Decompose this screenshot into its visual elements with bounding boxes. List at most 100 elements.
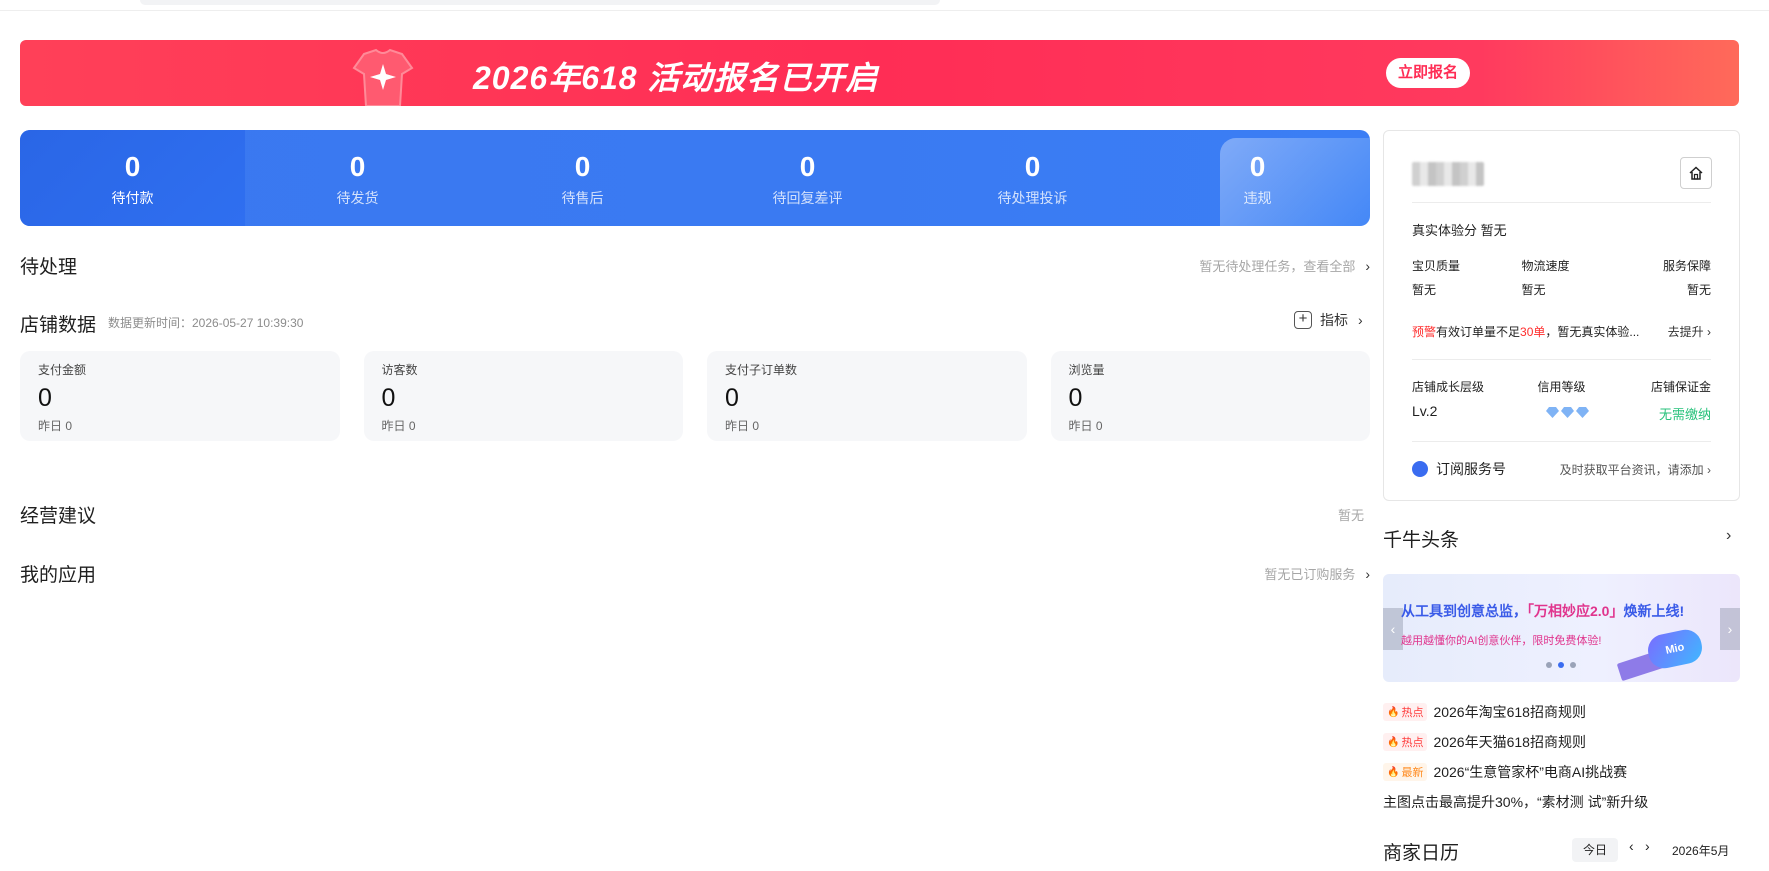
carousel-headline-part3: 焕新上线! [1623, 603, 1685, 619]
mio-mascot-logo: Mio [1645, 626, 1705, 672]
order-after-sales[interactable]: 0 待售后 [470, 130, 695, 226]
news-title: 2026年天猫618招商规则 [1433, 734, 1586, 750]
order-complaints[interactable]: 0 待处理投诉 [920, 130, 1145, 226]
subscribe-service-row[interactable]: 订阅服务号 及时获取平台资讯，请添加 › [1412, 459, 1711, 479]
warning-text-2: ，暂无真实体验... [1545, 325, 1640, 339]
home-icon [1689, 166, 1703, 180]
pending-view-all-link[interactable]: 暂无待处理任务，查看全部 › [1199, 256, 1370, 275]
logistics-label: 物流速度 [1521, 259, 1570, 273]
plus-square-icon: + [1294, 311, 1312, 329]
signup-button[interactable]: 立即报名 [1386, 58, 1470, 88]
carousel-dot[interactable] [1546, 662, 1552, 668]
order-label: 待处理投诉 [997, 190, 1068, 206]
metric-yesterday: 昨日 0 [1068, 419, 1103, 433]
news-item[interactable]: 🔥 最新 2026“生意管家杯”电商AI挑战赛 [1383, 762, 1763, 782]
deposit-value: 无需缴纳 [1658, 407, 1711, 422]
order-count: 0 [574, 151, 591, 182]
order-count: 0 [124, 151, 141, 182]
calendar-today-button[interactable]: 今日 [1572, 838, 1618, 862]
order-negative-review[interactable]: 0 待回复差评 [695, 130, 920, 226]
improve-link-label: 去提升 [1667, 325, 1704, 339]
new-tag: 🔥 最新 [1383, 763, 1428, 781]
apps-link[interactable]: 暂无已订购服务 › [1264, 564, 1370, 583]
divider [1412, 359, 1711, 360]
quality-value: 暂无 [1412, 283, 1437, 297]
carousel-headline-part2: 「万相妙应2.0」 [1527, 603, 1624, 619]
order-pending-payment[interactable]: 0 待付款 [20, 130, 245, 226]
promo-banner[interactable]: 2026年618 活动报名已开启 立即报名 [20, 40, 1739, 106]
home-button[interactable] [1680, 157, 1712, 189]
order-status-bar: 0 待付款 0 待发货 0 待售后 0 待回复差评 0 待处理投诉 0 违规 [20, 130, 1370, 226]
carousel-subtitle: 越用越懂你的AI创意伙伴，限时免费体验! [1401, 635, 1602, 647]
growth-level-value: Lv.2 [1412, 403, 1438, 419]
warning-count: 30单 [1520, 325, 1546, 339]
metric-yesterday: 昨日 0 [381, 419, 416, 433]
advice-status: 暂无 [1337, 508, 1364, 523]
carousel-next-button[interactable]: › [1720, 608, 1740, 650]
order-label: 违规 [1243, 190, 1272, 206]
warning-line: 预警有效订单量不足30单，暂无真实体验... 去提升 › [1412, 323, 1711, 340]
metric-value: 0 [38, 384, 52, 412]
metric-card-sub-orders[interactable]: 支付子订单数 0 昨日 0 [707, 351, 1027, 441]
tshirt-star-icon [352, 48, 414, 106]
order-violations[interactable]: 0 违规 [1145, 130, 1370, 226]
warning-text-1: 有效订单量不足 [1436, 325, 1521, 339]
flame-icon: 🔥 [1387, 766, 1400, 778]
metric-label: 浏览量 [1068, 363, 1105, 377]
hot-tag-label: 热点 [1401, 707, 1424, 719]
metric-label: 访客数 [381, 363, 418, 377]
experience-score: 真实体验分 暂无 [1412, 223, 1507, 238]
order-count: 0 [1024, 151, 1041, 182]
warning-message: 预警有效订单量不足30单，暂无真实体验... [1412, 323, 1639, 340]
carousel-dot-active[interactable] [1558, 662, 1564, 668]
metric-label: 支付金额 [38, 363, 87, 377]
metric-yesterday: 昨日 0 [38, 419, 73, 433]
pending-title: 待处理 [20, 257, 78, 278]
service-label: 服务保障 [1662, 259, 1711, 273]
subscribe-label: 订阅服务号 [1436, 461, 1506, 477]
metric-value: 0 [381, 384, 396, 412]
quality-label: 宝贝质量 [1412, 259, 1461, 273]
order-pending-shipment[interactable]: 0 待发货 [245, 130, 470, 226]
chevron-right-icon: › [1365, 258, 1370, 274]
apps-link-text: 暂无已订购服务 [1264, 567, 1356, 582]
carousel-prev-button[interactable]: ‹ [1383, 608, 1403, 650]
store-info-panel: 真实体验分 暂无 宝贝质量 物流速度 服务保障 暂无 暂无 暂无 预警有效订单量… [1383, 130, 1740, 501]
improve-link[interactable]: 去提升 › [1668, 323, 1711, 340]
growth-labels: 店铺成长层级 信用等级 店铺保证金 [1412, 378, 1711, 395]
banner-title: 2026年618 活动报名已开启 [473, 60, 879, 96]
credit-diamonds [1546, 407, 1589, 418]
metric-card-payment-amount[interactable]: 支付金额 0 昨日 0 [20, 351, 340, 441]
store-metric-cards: 支付金额 0 昨日 0 访客数 0 昨日 0 支付子订单数 0 昨日 0 浏览量… [20, 351, 1370, 441]
divider [1412, 441, 1711, 442]
news-title: 2026年淘宝618招商规则 [1433, 704, 1586, 720]
service-value: 暂无 [1686, 283, 1711, 297]
user-circle-icon [1412, 461, 1428, 477]
news-item[interactable]: 主图点击最高提升30%，“素材测 试”新升级 [1383, 792, 1763, 812]
subscribe-hint-text: 及时获取平台资讯，请添加 [1559, 462, 1704, 477]
metric-yesterday: 昨日 0 [725, 419, 760, 433]
carousel-headline: 从工具到创意总监，「万相妙应2.0」焕新上线! [1401, 601, 1684, 621]
growth-level-label: 店铺成长层级 [1412, 380, 1485, 394]
metric-card-page-views[interactable]: 浏览量 0 昨日 0 [1050, 351, 1370, 441]
qianniu-carousel[interactable]: ‹ 从工具到创意总监，「万相妙应2.0」焕新上线! 越用越懂你的AI创意伙伴，限… [1383, 574, 1740, 682]
news-item[interactable]: 🔥 热点 2026年天猫618招商规则 [1383, 732, 1763, 752]
subscribe-left: 订阅服务号 [1412, 459, 1506, 479]
metric-card-visitors[interactable]: 访客数 0 昨日 0 [363, 351, 683, 441]
news-item[interactable]: 🔥 热点 2026年淘宝618招商规则 [1383, 702, 1763, 722]
store-data-title: 店铺数据 [20, 315, 97, 336]
chevron-right-icon: › [1707, 462, 1711, 477]
chevron-left-icon[interactable]: ‹ [1629, 838, 1634, 854]
chevron-right-icon[interactable]: › [1645, 838, 1650, 854]
search-box-remnant[interactable] [140, 0, 940, 5]
new-tag-label: 最新 [1401, 767, 1424, 779]
metrics-link[interactable]: + 指标 › [1294, 310, 1363, 330]
deposit-label: 店铺保证金 [1651, 380, 1712, 394]
metric-value: 0 [1068, 384, 1083, 412]
pending-view-all-text: 暂无待处理任务，查看全部 [1199, 259, 1356, 274]
chevron-right-icon[interactable]: › [1726, 527, 1731, 545]
carousel-dot[interactable] [1570, 662, 1576, 668]
carousel-headline-part1: 从工具到创意总监， [1401, 603, 1527, 619]
order-label: 待付款 [111, 190, 154, 206]
carousel-dots [1546, 662, 1576, 668]
